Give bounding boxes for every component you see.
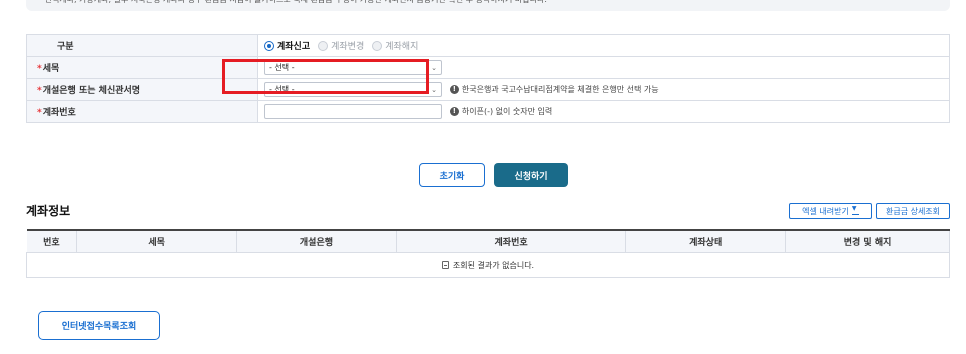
document-icon — [441, 261, 449, 269]
column-header: 번호 — [26, 229, 78, 253]
column-header: 변경 및 해지 — [785, 229, 950, 253]
category-label: 구분 — [26, 34, 258, 57]
empty-result: 조회된 결과가 없습니다. — [26, 252, 950, 278]
account-info-title: 계좌정보 — [26, 204, 71, 218]
apply-button[interactable]: 신청하기 — [494, 163, 568, 187]
info-icon: ! — [449, 107, 459, 116]
form-row-bank: *개설은행 또는 체신관서명 - 선택 - ⌄ ! 한국은행과 국고수납대리점계… — [26, 78, 950, 101]
required-mark: * — [37, 64, 42, 74]
reset-button[interactable]: 초기화 — [419, 163, 485, 187]
form-row-category: 구분 계좌신고 계좌변경 계좌해지 — [26, 34, 950, 57]
chevron-down-icon: ⌄ — [431, 63, 437, 72]
account-number-input[interactable] — [264, 104, 442, 119]
highlight-box — [222, 59, 429, 94]
account-form-table: 구분 계좌신고 계좌변경 계좌해지 *세목 - 선택 - ⌄ *개설은행 또는 … — [26, 34, 950, 123]
download-icon — [851, 205, 859, 215]
required-mark: * — [37, 108, 42, 118]
refund-detail-button[interactable]: 환급금 상세조회 — [876, 203, 950, 219]
required-mark: * — [37, 86, 42, 96]
form-row-tax-item: *세목 - 선택 - ⌄ — [26, 56, 950, 79]
radio-account-register[interactable]: 계좌신고 — [264, 39, 310, 52]
radio-account-change[interactable]: 계좌변경 — [318, 39, 364, 52]
form-row-account-number: *계좌번호 ! 하이픈(-) 없이 숫자만 입력 — [26, 100, 950, 123]
radio-unselected-icon — [372, 40, 383, 51]
column-header: 세목 — [76, 229, 238, 253]
chevron-down-icon: ⌄ — [431, 85, 437, 94]
account-number-hint: ! 하이픈(-) 없이 숫자만 입력 — [449, 106, 552, 117]
notice-banner: * 선택계좌, 가상계좌, 일부 저축은행 계좌의 경우 환급금 지급이 불가하… — [26, 0, 950, 11]
table-row: 조회된 결과가 없습니다. — [26, 252, 950, 278]
column-header: 계좌번호 — [395, 229, 627, 253]
excel-download-button[interactable]: 엑셀 내려받기 — [789, 203, 872, 219]
internet-receipt-list-button[interactable]: 인터넷접수목록조회 — [38, 311, 160, 340]
account-info-table: 번호 세목 개설은행 계좌번호 계좌상태 변경 및 해지 조회된 결과가 없습니… — [26, 229, 950, 278]
table-header-row: 번호 세목 개설은행 계좌번호 계좌상태 변경 및 해지 — [26, 229, 950, 253]
radio-unselected-icon — [318, 40, 329, 51]
category-radio-group: 계좌신고 계좌변경 계좌해지 — [264, 39, 949, 52]
column-header: 계좌상태 — [625, 229, 787, 253]
info-icon: ! — [449, 85, 459, 94]
radio-selected-icon — [264, 40, 274, 51]
column-header: 개설은행 — [236, 229, 397, 253]
radio-account-cancel[interactable]: 계좌해지 — [372, 39, 418, 52]
bank-hint: ! 한국은행과 국고수납대리점계약을 체결한 은행만 선택 가능 — [449, 84, 659, 95]
account-number-label: *계좌번호 — [26, 100, 258, 123]
